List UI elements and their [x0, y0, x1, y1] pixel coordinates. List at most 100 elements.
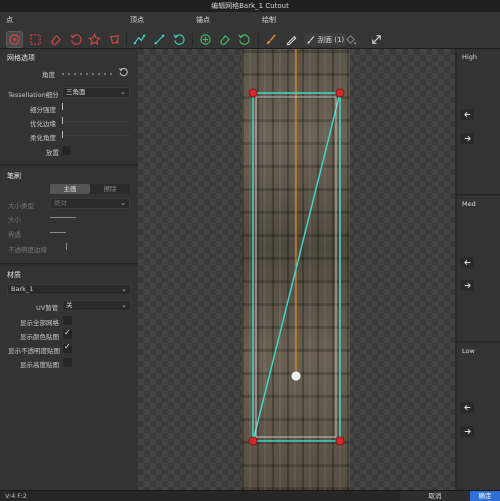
lod-high-prev-button[interactable]	[460, 109, 474, 120]
brush-title: 笔刷	[7, 172, 21, 180]
brush-preset-label: 刮面 (1)	[318, 35, 345, 44]
mesh-vertex[interactable]	[248, 88, 258, 98]
paint-pen-tool[interactable]	[283, 31, 300, 48]
reset-angle-button[interactable]	[118, 67, 128, 79]
lod-high-next-button[interactable]	[460, 133, 474, 144]
soften-angle-slider[interactable]	[62, 131, 63, 138]
material-section: 材质 Bark_1 ⌄ UV暂管 关 ⌄ 显示全部网格 显示颜色贴图 显示不透明…	[0, 266, 138, 490]
lod-low-title: Low	[462, 347, 475, 355]
vertex-path-tool[interactable]	[131, 31, 148, 48]
vertex-edge-tool[interactable]	[151, 31, 168, 48]
add-anchor-tool[interactable]	[197, 31, 214, 48]
status-bar: V:4 F:2 取消 确定	[0, 490, 500, 501]
flip-checkbox[interactable]	[62, 146, 71, 155]
material-dropdown[interactable]: Bark_1 ⌄	[7, 284, 131, 295]
expand-icon	[372, 35, 381, 44]
undo-circle-icon	[70, 34, 82, 45]
lod-med-title: Med	[462, 200, 476, 208]
mesh-vertex[interactable]	[248, 436, 258, 446]
size-slider[interactable]	[50, 217, 76, 218]
brush-mode-erase[interactable]: 擦除	[90, 184, 130, 194]
show-opacity-checkbox[interactable]	[63, 342, 72, 353]
hardness-slider[interactable]	[50, 232, 66, 233]
brush-preset-button[interactable]: 刮面 (1)	[304, 33, 346, 46]
grid-options-title: 网格选项	[7, 54, 35, 62]
select-point-tool[interactable]	[6, 31, 23, 48]
group-label-vertex: 顶点	[130, 16, 144, 24]
brush-section: 笔刷 主画 擦除 大小类型 绝对 ⌄ 大小 界遇 不透明度边缘	[0, 167, 138, 264]
marquee-icon	[30, 34, 41, 45]
opacity-edge-label: 不透明度边缘	[8, 246, 47, 254]
pivot-handle[interactable]	[290, 370, 302, 382]
toolbar-separator	[258, 32, 259, 46]
chevron-down-icon: ⌄	[120, 199, 126, 207]
material-title: 材质	[7, 271, 21, 279]
arrow-right-icon	[464, 282, 471, 289]
mesh-stats: V:4 F:2	[5, 492, 27, 500]
lod-med-section: Med	[457, 196, 500, 342]
uv-value: 关	[66, 301, 73, 309]
size-type-dropdown[interactable]: 绝对 ⌄	[50, 198, 130, 209]
paint-brush-tool[interactable]	[263, 31, 280, 48]
tessellation-dropdown[interactable]: 三角面 ⌄	[62, 87, 130, 98]
show-grid-checkbox[interactable]	[63, 316, 72, 325]
erase-anchor-tool[interactable]	[216, 31, 233, 48]
chevron-down-icon: ⌄	[120, 88, 126, 96]
reset-anchor-tool[interactable]	[235, 31, 252, 48]
target-icon	[9, 34, 20, 45]
size-label: 大小	[8, 216, 21, 224]
lod-panel: High Med Low	[455, 49, 500, 490]
uv-dropdown[interactable]: 关 ⌄	[62, 300, 131, 311]
optimize-edge-track	[64, 121, 130, 122]
mesh-viewport[interactable]	[138, 49, 455, 490]
star-point-tool[interactable]	[86, 31, 103, 48]
lod-high-title: High	[462, 53, 477, 61]
lod-med-next-button[interactable]	[460, 280, 474, 291]
box-select-tool[interactable]	[27, 31, 44, 48]
lod-low-next-button[interactable]	[460, 426, 474, 437]
subdivision-slider[interactable]	[62, 103, 63, 110]
eraser-icon	[51, 34, 61, 45]
reset-point-tool[interactable]	[67, 31, 84, 48]
lod-med-prev-button[interactable]	[460, 257, 474, 268]
arrow-right-icon	[464, 135, 471, 142]
soften-angle-label: 柔化角度	[30, 134, 56, 142]
vertex-reset-tool[interactable]	[170, 31, 187, 48]
mesh-overlay	[248, 49, 345, 446]
pen-icon	[286, 35, 297, 46]
chevron-down-icon: ⌄	[121, 301, 127, 309]
edge-icon	[154, 34, 165, 45]
mesh-vertex[interactable]	[335, 88, 345, 98]
brush-icon	[266, 34, 276, 45]
lasso-point-tool[interactable]	[106, 31, 123, 48]
lod-high-section: High	[457, 49, 500, 195]
grid-options-section: 网格选项 角度 Tessellation细分 三角面 ⌄ 细分强度 优化边缘 柔…	[0, 49, 138, 165]
show-height-checkbox[interactable]	[63, 358, 72, 367]
opacity-edge-slider[interactable]	[66, 243, 67, 250]
size-type-value: 绝对	[54, 199, 67, 207]
eraser-icon	[220, 34, 230, 45]
subdivision-label: 细分强度	[30, 106, 56, 114]
tessellation-value: 三角面	[66, 88, 86, 96]
show-opacity-label: 显示不透明度贴图	[8, 347, 60, 355]
add-circle-icon	[200, 34, 211, 45]
angle-slider[interactable]	[62, 73, 112, 75]
star-icon	[88, 33, 101, 46]
arrow-right-icon	[464, 428, 471, 435]
reset-icon	[119, 68, 128, 77]
show-color-checkbox[interactable]	[63, 328, 72, 339]
mesh-vertex[interactable]	[335, 436, 345, 446]
fill-tool[interactable]	[342, 31, 359, 48]
erase-point-tool[interactable]	[47, 31, 64, 48]
brush-mode-paint[interactable]: 主画	[50, 184, 90, 194]
lod-low-prev-button[interactable]	[460, 402, 474, 413]
fill-bucket-icon	[346, 35, 357, 45]
optimize-edge-slider[interactable]	[62, 117, 63, 124]
lod-low-section: Low	[457, 343, 500, 490]
chevron-down-icon: ⌄	[121, 285, 127, 293]
tessellation-label: Tessellation细分	[8, 91, 59, 99]
expand-tool[interactable]	[368, 31, 385, 48]
lasso-icon	[110, 35, 119, 44]
size-type-label: 大小类型	[8, 202, 34, 210]
brush-icon	[307, 35, 315, 44]
